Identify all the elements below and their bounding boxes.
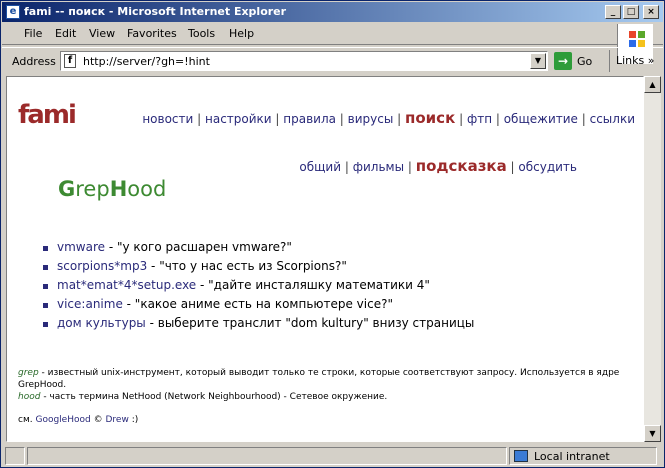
list-item: mat*emat*4*setup.exe - "дайте инсталяшку… [43,276,474,295]
hood-term: hood [18,392,41,402]
links-button[interactable]: Links » [609,50,664,72]
main-nav: новости | настройки | правила | вирусы |… [142,109,635,127]
scroll-up-button[interactable]: ▲ [644,76,661,93]
hood-text: - часть термина NetHood (Network Neighbo… [43,392,388,402]
drew-link[interactable]: Drew [105,415,128,425]
address-url[interactable]: http://server/?gh=!hint [83,55,210,68]
hood-note: hood - часть термина NetHood (Network Ne… [18,391,638,403]
subnav-discuss[interactable]: обсудить [518,160,577,174]
nav-dorm[interactable]: общежитие [504,112,578,126]
menu-help[interactable]: Help [229,27,254,40]
minimize-button[interactable]: _ [605,5,621,19]
menu-view[interactable]: View [89,27,115,40]
nav-settings[interactable]: настройки [205,112,272,126]
status-text-pane [27,447,507,465]
hint-query-link[interactable]: scorpions*mp3 [57,259,147,273]
address-dropdown-button[interactable]: ▼ [530,53,546,69]
sub-nav: общий | фильмы | подсказка | обсудить [299,157,577,175]
nav-links[interactable]: ссылки [590,112,635,126]
links-label: Links [616,54,645,67]
vertical-scrollbar[interactable]: ▲ ▼ [644,76,661,442]
list-item: vice:anime - "какое аниме есть на компью… [43,295,474,314]
hint-description: - "какое аниме есть на компьютере vice?" [126,297,393,311]
page-content: fami новости | настройки | правила | вир… [6,76,644,442]
bullet-icon [43,284,48,289]
browser-window: e fami -- поиск - Microsoft Internet Exp… [0,0,665,468]
go-label: Go [577,55,593,68]
googlehood-link[interactable]: GoogleHood [35,415,90,425]
grep-text: - известный unix-инструмент, который выв… [18,368,620,390]
nav-search-current: поиск [405,109,456,127]
nav-ftp[interactable]: фтп [467,112,492,126]
address-label: Address [12,55,56,68]
copyright-sign: © [93,415,103,425]
list-item: vmware - "у кого расшарен vmware?" [43,238,474,257]
menu-edit[interactable]: Edit [55,27,76,40]
hint-description: - "что у нас есть из Scorpions?" [151,259,347,273]
hint-query-link[interactable]: vmware [57,240,105,254]
bullet-icon [43,246,48,251]
subnav-hint-current: подсказка [415,157,507,175]
nav-news[interactable]: новости [142,112,193,126]
see-also: см. GoogleHood © Drew :) [18,415,138,425]
close-button[interactable]: × [643,5,659,19]
title-bar[interactable]: e fami -- поиск - Microsoft Internet Exp… [2,2,663,22]
hint-query-link[interactable]: mat*emat*4*setup.exe [57,278,196,292]
menu-favorites[interactable]: Favorites [127,27,177,40]
windows-flag-icon [629,31,645,47]
page-icon: f [64,54,76,68]
grep-term: grep [18,368,39,378]
see-prefix: см. [18,415,33,425]
list-item: дом культуры - выберите транслит "dom ku… [43,314,474,333]
hint-query-link[interactable]: vice:anime [57,297,123,311]
bullet-icon [43,322,48,327]
grep-note: grep - известный unix-инструмент, которы… [18,367,638,391]
list-item: scorpions*mp3 - "что у нас есть из Scorp… [43,257,474,276]
window-title: fami -- поиск - Microsoft Internet Explo… [24,5,287,18]
address-input[interactable]: f http://server/?gh=!hint ▼ [60,51,548,71]
nav-viruses[interactable]: вирусы [348,112,394,126]
hint-description: - "у кого расшарен vmware?" [108,240,292,254]
bullet-icon [43,265,48,270]
hint-query-link[interactable]: дом культуры [57,316,146,330]
subnav-general[interactable]: общий [299,160,341,174]
status-zone-pane: Local intranet [509,447,657,465]
see-suffix: :) [131,415,139,425]
hint-description: - "дайте инсталяшку математики 4" [200,278,430,292]
menu-tools[interactable]: Tools [188,27,215,40]
scroll-down-button[interactable]: ▼ [644,425,661,442]
hint-description: - выберите транслит "dom kultury" внизу … [149,316,475,330]
address-bar: Address f http://server/?gh=!hint ▼ → Go… [2,47,663,73]
go-button[interactable]: → Go [554,52,598,70]
status-zone: Local intranet [534,450,610,463]
nav-rules[interactable]: правила [283,112,336,126]
go-arrow-icon: → [554,52,572,70]
subnav-films[interactable]: фильмы [353,160,404,174]
maximize-button[interactable]: □ [623,5,639,19]
status-bar: Local intranet [2,445,663,467]
footnotes: grep - известный unix-инструмент, которы… [18,367,638,403]
ie-icon: e [6,5,20,19]
status-page-icon [5,447,25,465]
bullet-icon [43,303,48,308]
menu-file[interactable]: File [24,27,42,40]
intranet-icon [514,450,528,462]
hint-list: vmware - "у кого расшарен vmware?" scorp… [43,238,474,333]
menu-bar: File Edit View Favorites Tools Help [2,23,663,64]
grephood-logo: GrepHood [58,177,167,201]
